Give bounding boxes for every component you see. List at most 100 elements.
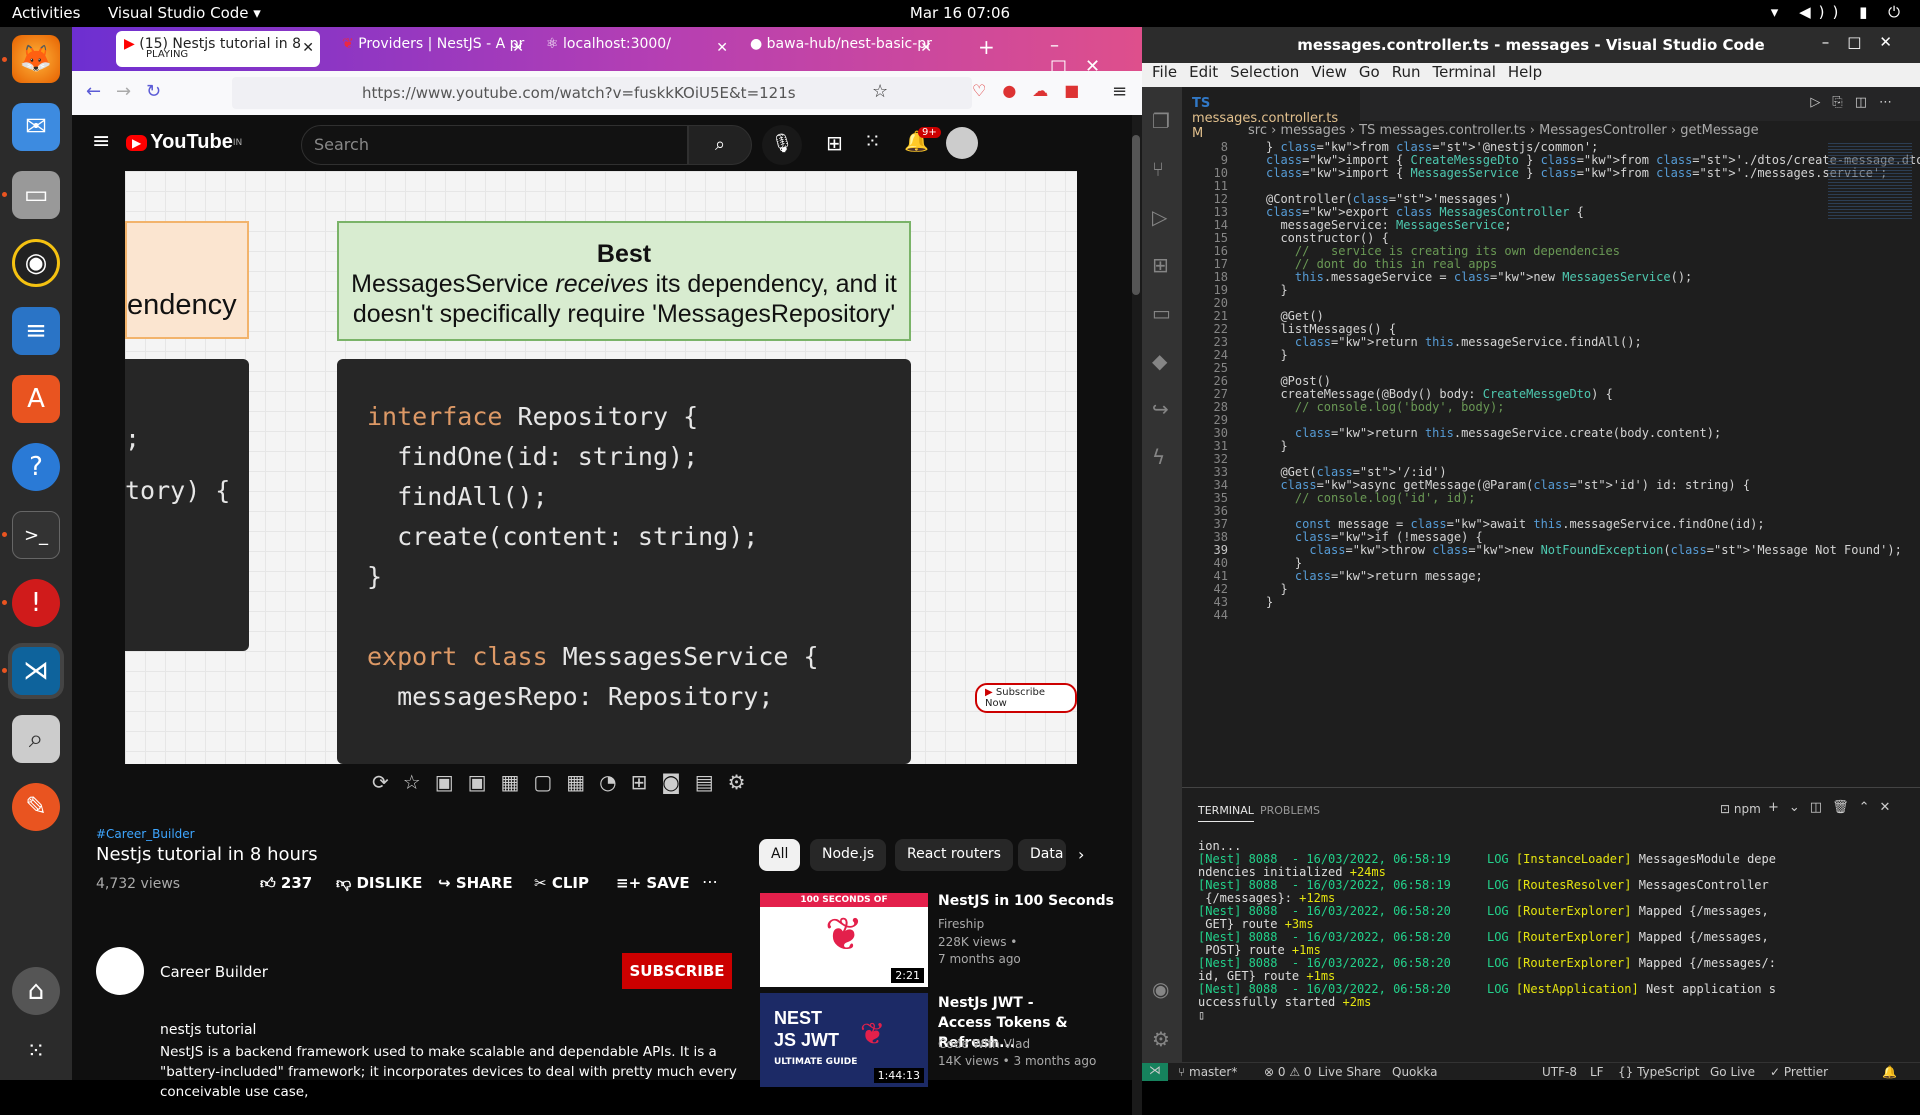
thunderbird-icon[interactable]: ✉ — [12, 103, 60, 151]
youtube-logo[interactable]: ▶ YouTube IN — [126, 131, 242, 154]
reload-icon[interactable]: ↻ — [146, 81, 161, 102]
encoding-indicator[interactable]: UTF-8 — [1542, 1065, 1577, 1079]
problems-indicator[interactable]: ⊗ 0 ⚠ 0 — [1264, 1065, 1312, 1079]
language-indicator[interactable]: {} TypeScript — [1618, 1065, 1699, 1079]
chip-nodejs[interactable]: Node.js — [810, 839, 887, 871]
crumb[interactable]: MessagesController — [1539, 123, 1667, 138]
menu-selection[interactable]: Selection — [1230, 63, 1299, 81]
menu-run[interactable]: Run — [1392, 63, 1421, 81]
video-player[interactable]: endency Best MessagesService receives it… — [125, 171, 1077, 764]
rhythmbox-icon[interactable]: ◉ — [12, 239, 60, 287]
terminal-shell-select[interactable]: ⊡ npm — [1720, 802, 1761, 816]
forward-icon[interactable]: → — [116, 81, 131, 102]
dislike-button[interactable]: 👎︎ DISLIKE — [336, 874, 422, 893]
page-scrollbar[interactable] — [1132, 115, 1142, 1115]
eol-indicator[interactable]: LF — [1590, 1065, 1604, 1079]
terminal-icon[interactable]: >_ — [12, 511, 60, 559]
writer-icon[interactable]: ≡ — [12, 307, 60, 355]
menu-go[interactable]: Go — [1359, 63, 1380, 81]
extensions-icons[interactable]: ♡●☁■ — [972, 81, 1095, 100]
explorer-icon[interactable]: ❐ — [1152, 97, 1182, 145]
tab-youtube[interactable]: ▶ (15) Nestjs tutorial in 8 PLAYING ✕ — [116, 31, 320, 67]
extensions-icon[interactable]: ⊞ — [1152, 241, 1182, 289]
clip-button[interactable]: ✂ CLIP — [534, 874, 589, 892]
hamburger-icon[interactable]: ≡ — [92, 129, 110, 154]
bookmark-star-icon[interactable]: ☆ — [872, 81, 888, 102]
rec-channel[interactable]: Code With Vlad — [938, 1037, 1030, 1051]
files-icon[interactable]: ▭ — [12, 171, 60, 219]
trash-icon[interactable]: ⌂ — [12, 967, 60, 1015]
vscode-icon[interactable]: ⋊ — [12, 647, 60, 695]
menu-icon[interactable]: ≡ — [1112, 81, 1127, 102]
new-tab-icon[interactable]: + — [978, 35, 995, 59]
url-field[interactable]: https://www.youtube.com/watch?v=fuskkKOi… — [232, 77, 972, 109]
close-tab-icon[interactable]: ✕ — [716, 40, 728, 56]
thunder-icon[interactable]: ϟ — [1152, 433, 1182, 481]
tab-terminal[interactable]: TERMINAL — [1198, 804, 1254, 822]
search-icon[interactable]: ⌕ — [688, 125, 752, 165]
hashtag-link[interactable]: #Career_Builder — [96, 827, 195, 841]
mic-icon[interactable]: 🎙 — [762, 125, 802, 165]
run-debug-icon[interactable]: ▷ — [1152, 193, 1182, 241]
code-editor[interactable]: 8} class="kw">from class="st">'@nestjs/c… — [1182, 141, 1920, 787]
system-tray[interactable]: ▾ ◀)) ▮ ⏻ — [1771, 3, 1908, 21]
prettier-indicator[interactable]: ✓ Prettier — [1770, 1065, 1828, 1079]
close-tab-icon[interactable]: ✕ — [302, 40, 314, 56]
channel-avatar[interactable] — [96, 947, 144, 995]
gear-icon[interactable]: ⚙ — [1152, 1027, 1170, 1051]
player-controls[interactable]: ⟳☆▣▣▦▢▦◔⊞◙▤⚙ — [372, 770, 760, 800]
account-icon[interactable]: ◉ — [1152, 977, 1169, 1001]
subscribe-button[interactable]: SUBSCRIBE — [622, 953, 732, 989]
like-button[interactable]: 👍︎ 237 — [260, 874, 312, 893]
channel-name[interactable]: Career Builder — [160, 963, 268, 981]
close-tab-icon[interactable]: ✕ — [920, 40, 932, 56]
tab-localhost[interactable]: ⚛ localhost:3000/ ✕ — [538, 31, 734, 67]
editor-actions[interactable]: ▷⎘◫⋯ — [1810, 95, 1904, 110]
more-options-icon[interactable]: ⋯ — [702, 872, 718, 891]
remote-explorer-icon[interactable]: ▭ — [1152, 289, 1182, 337]
create-video-icon[interactable]: ⊞ — [826, 131, 843, 155]
show-apps-icon[interactable]: ⁙ — [12, 1027, 60, 1075]
crumb[interactable]: src — [1248, 123, 1267, 138]
chip-data[interactable]: Data — [1018, 839, 1066, 871]
notifications-icon[interactable]: 🔔 — [1882, 1065, 1897, 1079]
menu-edit[interactable]: Edit — [1189, 63, 1218, 81]
save-button[interactable]: ≡+ SAVE — [616, 874, 690, 892]
crumb[interactable]: messages — [1280, 123, 1345, 138]
clock[interactable]: Mar 16 07:06 — [0, 4, 1920, 22]
crumb[interactable]: getMessage — [1680, 123, 1758, 138]
menu-file[interactable]: File — [1152, 63, 1177, 81]
rec-title[interactable]: NestJS in 100 Seconds — [938, 893, 1128, 909]
chip-all[interactable]: All — [759, 839, 801, 871]
menu-terminal[interactable]: Terminal — [1433, 63, 1496, 81]
crumb[interactable]: TS messages.controller.ts — [1359, 123, 1525, 138]
back-icon[interactable]: ← — [86, 81, 101, 102]
update-icon[interactable]: ! — [12, 579, 60, 627]
quokka-indicator[interactable]: Quokka — [1392, 1065, 1437, 1079]
menu-view[interactable]: View — [1311, 63, 1347, 81]
minimap[interactable] — [1828, 141, 1912, 221]
subscribe-now-overlay[interactable]: ▶ Subscribe Now — [975, 683, 1077, 713]
apps-grid-icon[interactable]: ⁙ — [864, 129, 881, 153]
rec-channel[interactable]: Fireship — [938, 917, 984, 931]
close-tab-icon[interactable]: ✕ — [512, 40, 524, 56]
docker-icon[interactable]: ◆ — [1152, 337, 1182, 385]
source-control-icon[interactable]: ⑂ — [1152, 145, 1182, 193]
tab-nestjs-providers[interactable]: ❦ Providers | NestJS - A pr ✕ — [334, 31, 530, 67]
liveshare-indicator[interactable]: Live Share — [1318, 1065, 1381, 1079]
golive-indicator[interactable]: Go Live — [1710, 1065, 1755, 1079]
postman-icon[interactable]: ✎ — [12, 783, 60, 831]
software-icon[interactable]: A — [12, 375, 60, 423]
firefox-icon[interactable]: 🦊 — [12, 35, 60, 83]
liveshare-icon[interactable]: ↪ — [1152, 385, 1182, 433]
tab-messages-controller[interactable]: TS messages.controller.ts M — [1182, 87, 1360, 141]
chevron-right-icon[interactable]: › — [1078, 845, 1084, 864]
search-tool-icon[interactable]: ⌕ — [12, 715, 60, 763]
tab-problems[interactable]: PROBLEMS — [1260, 804, 1320, 817]
tab-github[interactable]: ● bawa-hub/nest-basic-pr ✕ — [742, 31, 938, 67]
search-input[interactable]: Search — [301, 125, 688, 165]
help-icon[interactable]: ? — [12, 443, 60, 491]
avatar[interactable] — [946, 127, 978, 159]
rec-thumb-2[interactable]: NEST JS JWT ULTIMATE GUIDE ❦ 1:44:13 — [760, 993, 928, 1087]
rec-thumb-1[interactable]: 100 SECONDS OF ❦ 2:21 — [760, 893, 928, 987]
